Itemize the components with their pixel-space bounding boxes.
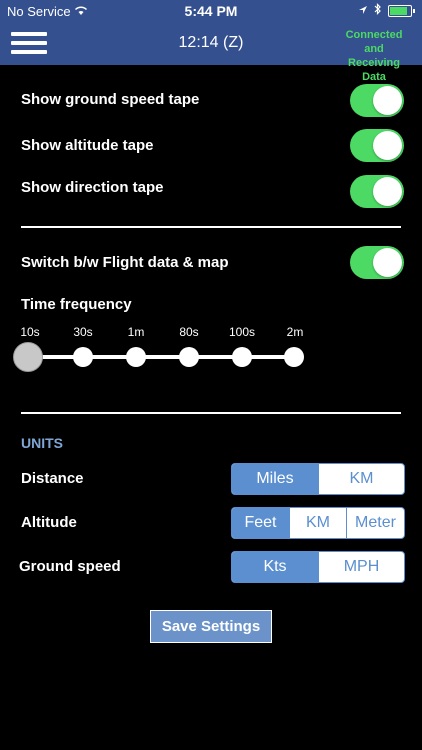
- altitude-option-km[interactable]: KM: [289, 508, 346, 538]
- toggle-knob: [373, 86, 402, 115]
- distance-option-km[interactable]: KM: [318, 464, 404, 494]
- toggle-direction-tape[interactable]: [350, 175, 404, 208]
- status-bar: No Service 5:44 PM: [0, 0, 422, 22]
- tick-label-2m: 2m: [286, 325, 304, 339]
- connection-status: Connected and Receiving Data: [335, 28, 413, 84]
- slider-stop-1m[interactable]: [126, 347, 146, 367]
- toggle-knob: [373, 177, 402, 206]
- time-frequency-label: Time frequency: [21, 296, 132, 313]
- ground-speed-segmented-control[interactable]: Kts MPH: [231, 551, 405, 583]
- toggle-label-direction-tape: Show direction tape: [21, 179, 164, 196]
- location-arrow-icon: [358, 3, 368, 18]
- connection-status-line1: Connected and: [345, 29, 403, 55]
- tick-label-10s: 10s: [20, 325, 40, 339]
- toggle-flight-data-map[interactable]: [350, 246, 404, 279]
- altitude-option-feet[interactable]: Feet: [232, 508, 289, 538]
- slider-stop-80s[interactable]: [179, 347, 199, 367]
- divider: [21, 226, 401, 228]
- slider-thumb[interactable]: [13, 342, 43, 372]
- bluetooth-icon: [374, 3, 382, 18]
- tick-label-1m: 1m: [127, 325, 145, 339]
- status-right-icons: [358, 3, 415, 18]
- save-settings-button[interactable]: Save Settings: [150, 610, 272, 643]
- toggle-label-ground-speed-tape: Show ground speed tape: [21, 91, 200, 108]
- distance-label: Distance: [21, 470, 84, 487]
- divider: [21, 412, 401, 414]
- toggle-altitude-tape[interactable]: [350, 129, 404, 162]
- altitude-option-meter[interactable]: Meter: [346, 508, 404, 538]
- slider-stop-30s[interactable]: [73, 347, 93, 367]
- units-section-title: UNITS: [21, 435, 63, 451]
- toggle-label-altitude-tape: Show altitude tape: [21, 137, 154, 154]
- ground-speed-label: Ground speed: [19, 558, 121, 575]
- nav-bar: 12:14 (Z) Connected and Receiving Data: [0, 22, 422, 83]
- toggle-ground-speed-tape[interactable]: [350, 84, 404, 117]
- altitude-segmented-control[interactable]: Feet KM Meter: [231, 507, 405, 539]
- distance-option-miles[interactable]: Miles: [232, 464, 318, 494]
- toggle-label-flight-data-map: Switch b/w Flight data & map: [21, 254, 229, 271]
- tick-label-80s: 80s: [179, 325, 199, 339]
- slider-stop-100s[interactable]: [232, 347, 252, 367]
- connection-status-line2: Receiving Data: [348, 57, 400, 83]
- tick-label-100s: 100s: [228, 325, 256, 339]
- distance-segmented-control[interactable]: Miles KM: [231, 463, 405, 495]
- ground-speed-option-kts[interactable]: Kts: [232, 552, 318, 582]
- toggle-knob: [373, 131, 402, 160]
- toggle-knob: [373, 248, 402, 277]
- battery-icon: [388, 4, 415, 17]
- altitude-label: Altitude: [21, 514, 77, 531]
- slider-stop-2m[interactable]: [284, 347, 304, 367]
- time-frequency-slider[interactable]: 10s 30s 1m 80s 100s 2m: [13, 325, 318, 375]
- ground-speed-option-mph[interactable]: MPH: [318, 552, 404, 582]
- tick-label-30s: 30s: [73, 325, 93, 339]
